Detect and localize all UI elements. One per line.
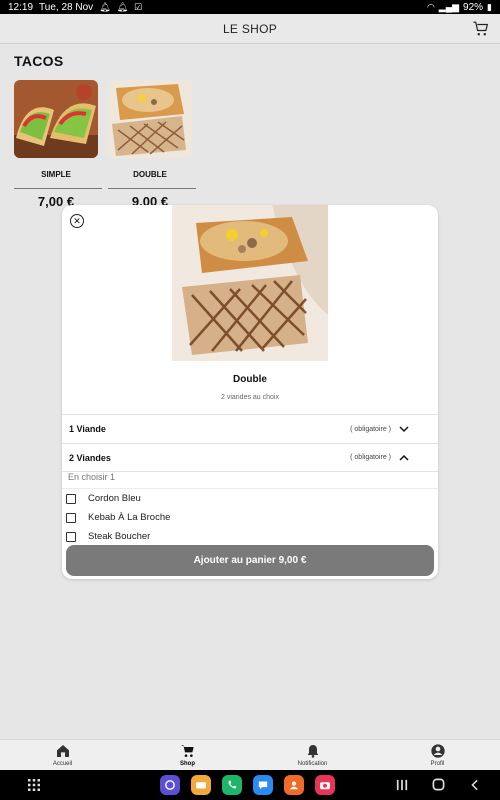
apps-grid-icon[interactable] [28, 779, 40, 791]
notification-bell-icon: 🔔︎ [99, 1, 111, 12]
product-title: Double [233, 374, 267, 385]
system-navigation-bar [0, 770, 500, 800]
checkbox[interactable] [66, 512, 76, 523]
nav-label: Accueil [52, 761, 73, 767]
product-image [14, 80, 98, 158]
divider [14, 188, 102, 189]
option-group-2-viandes[interactable]: 2 Viandes ( obligatoire ) [62, 443, 438, 472]
browser-app-icon[interactable] [160, 775, 180, 795]
contacts-app-icon[interactable] [284, 775, 304, 795]
checkbox[interactable] [66, 531, 76, 542]
required-label: ( obligatoire ) [350, 454, 391, 461]
choice-label: Steak Boucher [88, 531, 151, 542]
notification-bell-icon: 🔔︎ [116, 1, 129, 12]
bottom-navigation: Accueil Shop Notification Profil [0, 739, 500, 770]
status-time: 12:19 [8, 1, 34, 13]
product-hero-image [172, 205, 328, 361]
product-subtitle: 2 viandes au choix [221, 394, 279, 401]
cart-icon [180, 745, 194, 757]
option-label: 2 Viandes [69, 452, 111, 463]
nav-item-notification[interactable]: Notification [250, 740, 375, 770]
battery-icon: ▮ [487, 1, 492, 12]
back-icon[interactable] [469, 779, 481, 791]
cart-icon[interactable] [472, 20, 490, 38]
choice-cordon-bleu[interactable]: Cordon Bleu [66, 493, 141, 504]
divider [108, 188, 196, 189]
nav-label: Profil [430, 761, 445, 767]
signal-icon: ▂▄▆ [438, 1, 460, 12]
checkbox[interactable] [66, 493, 76, 504]
wifi-icon: ◠ [426, 1, 435, 12]
option-group-1-viande[interactable]: 1 Viande ( obligatoire ) [62, 414, 438, 443]
choice-kebab[interactable]: Kebab À La Broche [66, 512, 170, 523]
check-icon: ☑ [134, 1, 143, 12]
chevron-down-icon [399, 426, 409, 433]
nav-item-profil[interactable]: Profil [375, 740, 500, 770]
product-image [108, 80, 192, 158]
choice-steak-boucher[interactable]: Steak Boucher [66, 531, 150, 542]
nav-label: Notification [297, 761, 328, 767]
home-button-icon[interactable] [432, 778, 445, 791]
option-label: 1 Viande [69, 424, 106, 434]
camera-app-icon[interactable] [315, 775, 335, 795]
battery-level: 92% [463, 1, 484, 13]
recent-apps-icon[interactable] [396, 779, 408, 791]
home-icon [56, 745, 69, 757]
chevron-up-icon [399, 454, 409, 461]
app-header: LE SHOP [0, 14, 500, 44]
bell-icon [307, 745, 318, 758]
nav-label: Shop [180, 761, 195, 767]
product-name: DOUBLE [133, 170, 167, 179]
add-to-cart-button[interactable]: Ajouter au panier 9,00 € [66, 545, 434, 576]
choice-label: Kebab À La Broche [88, 512, 171, 523]
user-icon [430, 744, 445, 758]
choose-instruction: En choisir 1 [68, 472, 116, 482]
category-title: TACOS [14, 53, 64, 69]
nav-item-shop[interactable]: Shop [125, 740, 250, 770]
phone-app-icon[interactable] [222, 775, 242, 795]
messages-app-icon[interactable] [253, 775, 273, 795]
product-name: SIMPLE [41, 170, 71, 179]
folder-app-icon[interactable] [191, 775, 211, 795]
choice-label: Cordon Bleu [88, 493, 141, 504]
product-card-double[interactable]: DOUBLE 9,00 € [108, 80, 196, 209]
nav-item-accueil[interactable]: Accueil [0, 740, 125, 770]
page-title: LE SHOP [222, 21, 278, 36]
required-label: ( obligatoire ) [350, 425, 391, 433]
close-icon[interactable]: ✕ [70, 214, 84, 228]
product-options-modal: ✕ Double 2 viandes au choix 1 Viande ( o… [62, 205, 438, 579]
product-card-simple[interactable]: SIMPLE 7,00 € [14, 80, 102, 209]
divider [62, 488, 438, 489]
status-bar: 12:19 Tue, 28 Nov 🔔︎ 🔔︎ ☑ ◠ ▂▄▆ 92% ▮ [0, 0, 500, 14]
status-date: Tue, 28 Nov [39, 1, 94, 13]
